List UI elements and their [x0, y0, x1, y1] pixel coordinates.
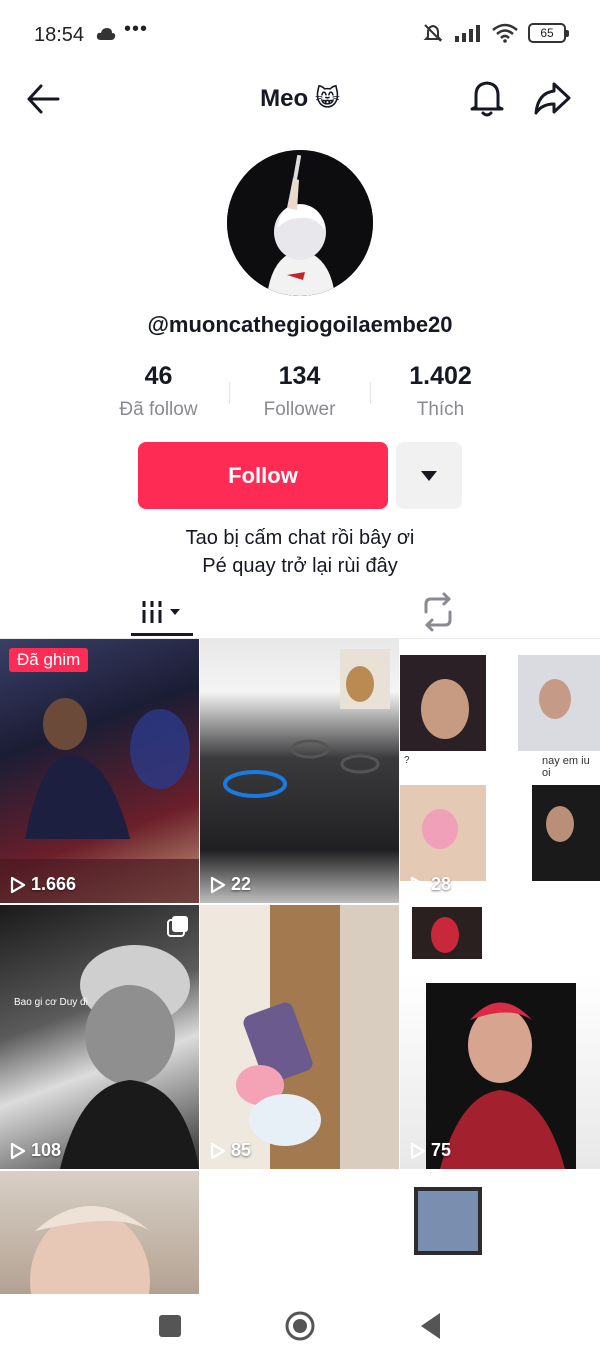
- battery-level: 65: [540, 26, 554, 40]
- view-count: 85: [210, 1140, 251, 1161]
- system-back-button[interactable]: [418, 1311, 444, 1341]
- avatar[interactable]: [227, 150, 373, 296]
- view-count-value: 85: [231, 1140, 252, 1160]
- cat-emoji-icon: 😸: [314, 85, 340, 112]
- thumbnail-caption: Bao gi cơ Duy đi: [14, 997, 88, 1008]
- video-thumbnail[interactable]: Đã ghim 1.666: [0, 639, 199, 903]
- video-thumbnail[interactable]: 85: [200, 905, 399, 1169]
- view-count-value: 108: [31, 1140, 62, 1160]
- bio-line: Tao bị cấm chat rồi bây ơi: [185, 527, 415, 549]
- view-count-value: 75: [431, 1140, 452, 1160]
- thumbnail-image: [60, 945, 199, 1169]
- view-count-value: 1.666: [31, 874, 77, 894]
- pinned-badge: Đã ghim: [9, 648, 89, 672]
- thumbnail-image: [223, 649, 390, 798]
- active-tab-indicator: [131, 633, 193, 636]
- cloud-icon: [96, 28, 116, 40]
- view-count: 108: [10, 1140, 61, 1161]
- thumbnail-image: [0, 698, 199, 903]
- follow-button[interactable]: Follow: [138, 442, 388, 509]
- play-icon: [10, 1142, 26, 1159]
- play-icon: [10, 876, 26, 893]
- wifi-icon: [492, 23, 518, 43]
- play-icon: [210, 876, 226, 893]
- profile-tabs: [0, 586, 600, 638]
- home-button[interactable]: [284, 1310, 316, 1342]
- stat-likes[interactable]: 1.402 Thích: [370, 362, 511, 421]
- mute-icon: [423, 24, 443, 42]
- photo-carousel-icon: [167, 916, 188, 937]
- thumbnail-image: [412, 907, 576, 1169]
- status-bar: 18:54 ••• 65: [0, 0, 600, 70]
- share-icon[interactable]: [532, 78, 572, 118]
- video-thumbnail[interactable]: ? nay em iu oi 28: [400, 639, 600, 903]
- view-count-value: 22: [231, 874, 252, 894]
- status-icons: 65: [422, 22, 569, 44]
- stat-following[interactable]: 46 Đã follow: [88, 362, 229, 421]
- view-count: 28: [410, 874, 451, 895]
- bell-icon[interactable]: [468, 78, 506, 118]
- play-icon: [410, 876, 426, 893]
- system-nav-bar: [0, 1294, 600, 1367]
- thumbnail-caption: nay em iu oi: [542, 755, 590, 779]
- avatar-image: [227, 150, 373, 296]
- video-thumbnail[interactable]: 22: [200, 639, 399, 903]
- view-count-value: 28: [431, 874, 452, 894]
- view-count: 1.666: [10, 874, 76, 895]
- repost-icon[interactable]: [416, 590, 460, 634]
- profile-header: Meo 😸: [0, 70, 600, 126]
- signal-icon: [455, 25, 480, 42]
- play-icon: [410, 1142, 426, 1159]
- username: @muoncathegiogoilaembe20: [147, 312, 453, 337]
- stat-value: 1.402: [409, 362, 472, 390]
- stat-value: 134: [278, 362, 321, 390]
- stat-label: Đã follow: [119, 399, 198, 420]
- view-count: 22: [210, 874, 251, 895]
- suggested-accounts-button[interactable]: [396, 442, 462, 509]
- recents-button[interactable]: [159, 1315, 181, 1337]
- video-grid: Đã ghim 1.666 22 ? nay em iu oi 28 Bao g…: [0, 639, 600, 1367]
- profile-stats: 46 Đã follow 134 Follower 1.402 Thích: [88, 362, 512, 421]
- stat-label: Thích: [416, 399, 465, 420]
- stat-value: 46: [144, 362, 173, 390]
- video-thumbnail[interactable]: 75: [400, 905, 600, 1169]
- stat-label: Follower: [263, 399, 336, 420]
- status-more-dots: •••: [124, 18, 149, 40]
- tab-videos[interactable]: [132, 586, 192, 638]
- bio-line: Pé quay trở lại rùi đây: [202, 555, 398, 577]
- thumbnail-image: [200, 905, 399, 1169]
- grid-icon: [142, 601, 180, 623]
- battery-icon: 65: [528, 23, 569, 43]
- view-count: 75: [410, 1140, 451, 1161]
- stat-followers[interactable]: 134 Follower: [229, 362, 370, 421]
- video-thumbnail[interactable]: Bao gi cơ Duy đi 108: [0, 905, 199, 1169]
- play-icon: [210, 1142, 226, 1159]
- profile-bio: Tao bị cấm chat rồi bây ơi Pé quay trở l…: [0, 524, 600, 580]
- caret-down-icon: [421, 470, 437, 481]
- page-title: Meo 😸: [0, 84, 600, 113]
- page-title-text: Meo: [260, 85, 309, 112]
- status-time: 18:54: [34, 24, 85, 46]
- thumbnail-caption: ?: [404, 755, 410, 766]
